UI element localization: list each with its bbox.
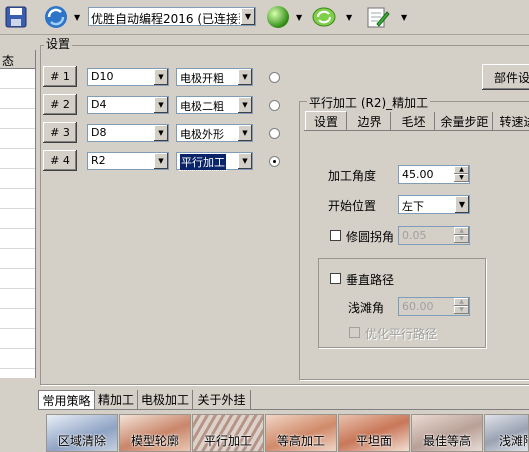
- electrode-3-button[interactable]: # 3: [43, 122, 77, 143]
- parallel-finish-group-label: 平行加工 (R2)_精加工: [307, 94, 431, 111]
- list-item[interactable]: [0, 109, 35, 129]
- tab-electrode-machining[interactable]: 电极加工: [138, 390, 193, 409]
- list-item[interactable]: [0, 169, 35, 189]
- tab-settings[interactable]: 设置: [305, 111, 347, 130]
- program-select[interactable]: 优胜自动编程2016 (已连接到: ▼: [88, 7, 256, 26]
- save-icon[interactable]: [2, 3, 30, 31]
- tab-boundary[interactable]: 边界: [349, 112, 391, 131]
- angle-label: 加工角度: [328, 169, 377, 183]
- model-profile-tool[interactable]: 模型轮廓: [119, 414, 191, 452]
- settings-group-label: 设置: [44, 35, 73, 52]
- part-settings-button[interactable]: 部件设: [482, 64, 529, 90]
- operation-4-select[interactable]: 平行加工 ▼: [176, 152, 253, 171]
- tab-common-strategies[interactable]: 常用策略: [38, 390, 95, 409]
- chevron-down-icon[interactable]: ▼: [153, 153, 168, 169]
- shallow-angle-spinner[interactable]: ▲ ▼: [454, 298, 469, 315]
- tab-finishing[interactable]: 精加工: [95, 390, 138, 409]
- angle-input[interactable]: 45.00 ▲ ▼: [398, 165, 470, 184]
- vertical-path-label: 垂直路径: [346, 273, 395, 287]
- bottom-tab-line: [38, 409, 529, 410]
- optimize-parallel-label: 优化平行路径: [365, 327, 438, 341]
- list-item[interactable]: [0, 329, 35, 349]
- list-item[interactable]: [0, 69, 35, 89]
- sync-dropdown-arrow-icon[interactable]: ▼: [74, 13, 80, 22]
- tab-about-plugin[interactable]: 关于外挂: [193, 390, 251, 409]
- operation-2-select[interactable]: 电极二粗 ▼: [176, 96, 253, 114]
- list-item[interactable]: [0, 249, 35, 269]
- edit-dropdown-arrow-icon[interactable]: ▼: [401, 13, 407, 22]
- electrode-1-button[interactable]: # 1: [43, 66, 77, 87]
- list-item[interactable]: [0, 149, 35, 169]
- green-ball-icon[interactable]: [264, 3, 292, 31]
- electrode-2-button[interactable]: # 2: [43, 94, 77, 115]
- chevron-down-icon[interactable]: ▼: [237, 97, 252, 113]
- list-item[interactable]: [0, 89, 35, 109]
- z-level-tool[interactable]: 等高加工: [265, 414, 337, 452]
- toolbar: ▼ 优胜自动编程2016 (已连接到: ▼ ▼ ▼ ▼: [0, 0, 529, 35]
- angle-spinner[interactable]: ▲ ▼: [454, 166, 469, 183]
- tab-feed-speed[interactable]: 转速进: [495, 112, 529, 131]
- shallow-angle-label: 浅滩角: [348, 301, 385, 315]
- area-clear-tool[interactable]: 区域清除: [46, 414, 118, 452]
- tab-stock[interactable]: 毛坯: [393, 112, 435, 131]
- list-item[interactable]: [0, 229, 35, 249]
- electrode-3-select[interactable]: D8 ▼: [87, 124, 169, 142]
- chevron-down-icon[interactable]: ▼: [240, 8, 255, 25]
- status-list[interactable]: 态: [0, 50, 36, 378]
- list-item[interactable]: [0, 309, 35, 329]
- chevron-down-icon[interactable]: ▼: [153, 125, 168, 141]
- electrode-2-select[interactable]: D4 ▼: [87, 96, 169, 114]
- fillet-corner-checkbox[interactable]: [330, 230, 341, 241]
- start-position-label: 开始位置: [328, 199, 377, 213]
- refresh-icon[interactable]: [310, 3, 338, 31]
- electrode-4-button[interactable]: # 4: [43, 150, 77, 171]
- list-item[interactable]: [0, 349, 35, 369]
- fillet-corner-label: 修圆拐角: [346, 230, 395, 244]
- refresh-dropdown-arrow-icon[interactable]: ▼: [346, 13, 352, 22]
- status-list-header: 态: [0, 50, 35, 69]
- list-item[interactable]: [0, 209, 35, 229]
- start-position-select[interactable]: 左下 ▼: [398, 195, 470, 214]
- edit-document-icon[interactable]: [364, 3, 392, 31]
- chevron-down-icon[interactable]: ▼: [153, 69, 168, 85]
- chevron-down-icon[interactable]: ▼: [454, 196, 469, 213]
- operation-3-select[interactable]: 电极外形 ▼: [176, 124, 253, 142]
- optimize-parallel-checkbox[interactable]: [349, 327, 360, 338]
- list-item[interactable]: [0, 129, 35, 149]
- shallow-area-tool[interactable]: 浅滩降: [484, 414, 529, 452]
- electrode-4-select[interactable]: R2 ▼: [87, 152, 169, 170]
- optimized-z-level-tool[interactable]: 最佳等高: [411, 414, 483, 452]
- parallel-machining-tool[interactable]: 平行加工: [192, 414, 264, 452]
- electrode-4-radio[interactable]: [269, 156, 280, 167]
- chevron-down-icon[interactable]: ▼: [153, 97, 168, 113]
- chevron-down-icon[interactable]: ▼: [237, 153, 252, 169]
- electrode-1-select[interactable]: D10 ▼: [87, 68, 169, 86]
- list-item[interactable]: [0, 269, 35, 289]
- fillet-corner-input[interactable]: 0.05 ▲ ▼: [398, 226, 470, 245]
- shallow-angle-input[interactable]: 60.00 ▲ ▼: [398, 297, 470, 316]
- list-item[interactable]: [0, 289, 35, 309]
- electrode-2-radio[interactable]: [269, 100, 280, 111]
- tab-allowance-stepover[interactable]: 余量步距: [437, 112, 493, 131]
- fillet-spinner[interactable]: ▲ ▼: [454, 227, 469, 244]
- electrode-3-radio[interactable]: [269, 128, 280, 139]
- flat-area-tool[interactable]: 平坦面: [338, 414, 410, 452]
- chevron-down-icon[interactable]: ▼: [237, 69, 252, 85]
- electrode-1-radio[interactable]: [269, 72, 280, 83]
- vertical-path-checkbox[interactable]: [330, 273, 341, 284]
- green-ball-dropdown-arrow-icon[interactable]: ▼: [296, 13, 302, 22]
- chevron-down-icon[interactable]: ▼: [237, 125, 252, 141]
- sync-icon[interactable]: [42, 3, 70, 31]
- operation-1-select[interactable]: 电极开粗 ▼: [176, 68, 253, 86]
- list-item[interactable]: [0, 189, 35, 209]
